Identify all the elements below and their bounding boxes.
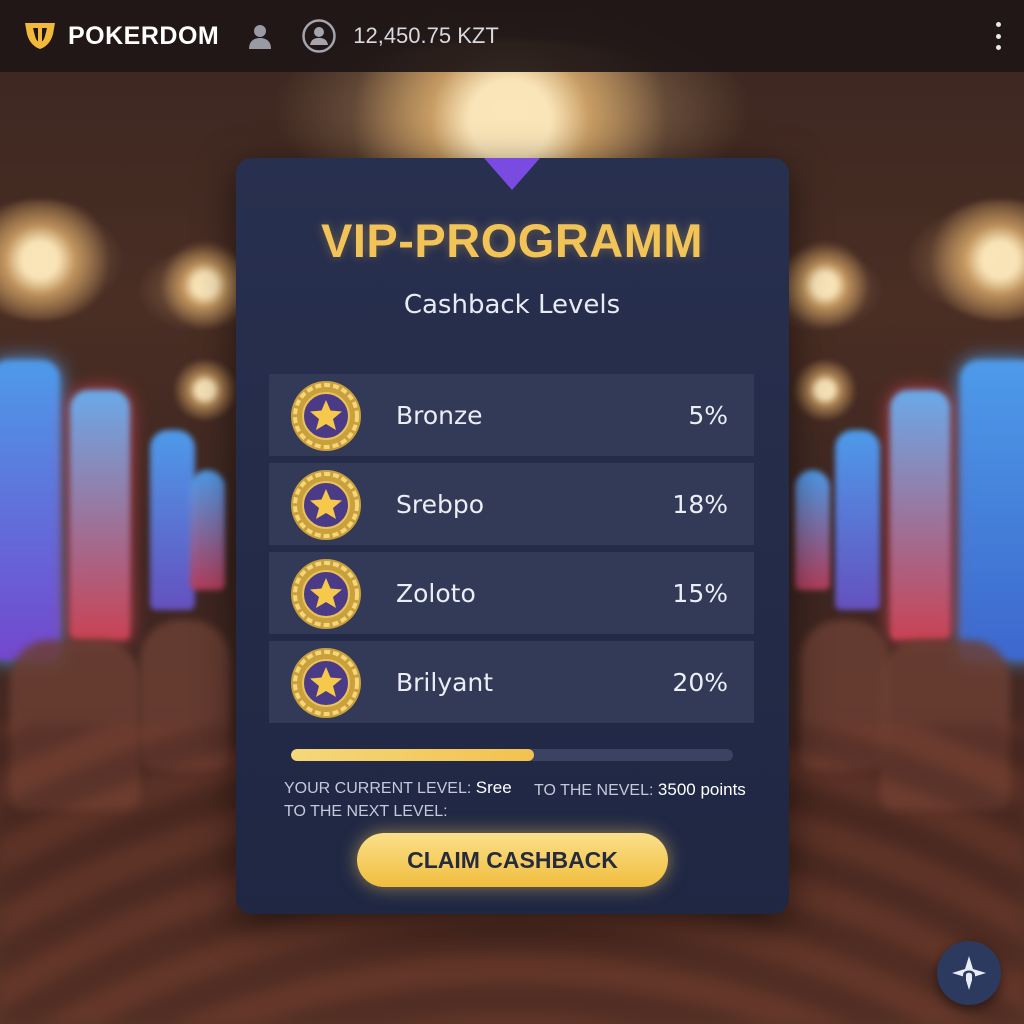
current-level-value: Sree xyxy=(475,778,512,797)
cashback-levels-list: Bronze 5% Srebpo 18% Zoloto 15% Brilyant xyxy=(269,374,754,730)
star-medal-icon xyxy=(291,648,361,718)
level-progress-fill xyxy=(291,749,535,761)
page-title: VIP-PROGRAMM xyxy=(321,214,703,267)
next-level-info: TO THE NEVEL: 3500 points xyxy=(534,780,746,800)
star-medal-icon xyxy=(291,559,361,629)
star-medal-icon xyxy=(291,381,361,451)
level-cashback: 18% xyxy=(672,489,728,519)
chandelier xyxy=(790,360,860,420)
slot-machine xyxy=(795,470,830,590)
panel-notch xyxy=(484,158,540,190)
slot-machine xyxy=(890,390,950,640)
balance: 12,450.75 KZT xyxy=(353,23,499,48)
nevel-label: TO THE NEVEL: xyxy=(534,782,654,799)
chandelier xyxy=(170,360,240,420)
support-chat-icon[interactable] xyxy=(937,941,1001,1005)
next-level-label: TO THE NEXT LEVEL: xyxy=(284,803,448,820)
level-name: Bronze xyxy=(396,400,483,430)
level-name: Brilyant xyxy=(396,667,494,697)
slot-machine xyxy=(70,390,130,640)
slot-machine xyxy=(960,360,1024,660)
subtitle: Cashback Levels xyxy=(403,290,621,320)
current-level-info: YOUR CURRENT LEVEL: Sree TO THE NEXT LEV… xyxy=(284,776,512,823)
slot-machine xyxy=(150,430,195,610)
level-cashback: 15% xyxy=(672,578,728,608)
level-row-bronze[interactable]: Bronze 5% xyxy=(269,374,754,456)
more-vertical-icon[interactable] xyxy=(990,22,1006,50)
level-row-srebpo[interactable]: Srebpo 18% xyxy=(269,463,754,545)
level-name: Srebpo xyxy=(396,489,485,519)
level-cashback: 5% xyxy=(688,400,728,430)
slot-machine xyxy=(835,430,880,610)
level-progress-bar xyxy=(291,749,733,761)
account-circle-icon[interactable] xyxy=(301,18,337,54)
slot-machine xyxy=(190,470,225,590)
top-bar: POKERDOM 12,450.75 KZT xyxy=(0,0,1024,72)
pokerdom-logo-icon[interactable] xyxy=(22,18,58,54)
points-needed: 3500 points xyxy=(657,780,746,799)
slot-machine xyxy=(0,360,60,660)
level-cashback: 20% xyxy=(672,667,728,697)
user-icon[interactable] xyxy=(245,21,275,51)
star-medal-icon xyxy=(291,470,361,540)
current-level-label: YOUR CURRENT LEVEL: xyxy=(284,780,472,797)
level-row-brilyant[interactable]: Brilyant 20% xyxy=(269,641,754,723)
level-name: Zoloto xyxy=(396,578,476,608)
brand-name[interactable]: POKERDOM xyxy=(68,22,219,51)
level-row-zoloto[interactable]: Zoloto 15% xyxy=(269,552,754,634)
claim-cashback-button[interactable]: CLAIM CASHBACK xyxy=(357,833,668,887)
